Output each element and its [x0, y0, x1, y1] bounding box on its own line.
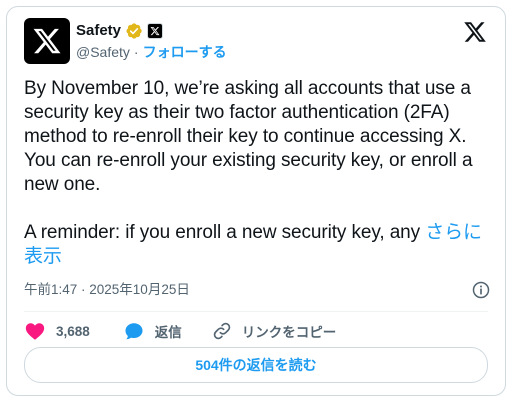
info-icon[interactable] — [471, 280, 491, 300]
like-count: 3,688 — [56, 323, 90, 339]
avatar-x-logo-icon — [33, 28, 61, 54]
copy-link-button[interactable]: リンクをコピー — [212, 321, 337, 341]
read-replies-button[interactable]: 504件の返信を読む — [24, 347, 488, 383]
tweet-timestamp[interactable]: 午前1:47 · 2025年10月25日 — [24, 281, 190, 299]
author-name-row: Safety — [76, 21, 163, 41]
follow-button[interactable]: フォローする — [143, 43, 227, 61]
separator-dot: · — [133, 44, 139, 60]
tweet-paragraph-2: A reminder: if you enroll a new security… — [24, 221, 494, 269]
tweet-paragraph-1: By November 10, we’re asking all account… — [24, 78, 473, 195]
link-icon — [213, 322, 231, 340]
reply-button[interactable]: 返信 — [123, 320, 182, 342]
avatar[interactable] — [24, 18, 70, 64]
reply-label: 返信 — [154, 325, 182, 340]
reply-bubble-icon — [125, 323, 143, 340]
tweet-card: Safety @Safety · フォローする By November 10, … — [6, 6, 506, 396]
divider — [24, 311, 488, 312]
affiliate-x-icon[interactable] — [148, 24, 163, 38]
tweet-paragraph-2-text: A reminder: if you enroll a new security… — [24, 222, 426, 243]
copy-link-label: リンクをコピー — [241, 325, 337, 340]
author-display-name[interactable]: Safety — [76, 21, 121, 41]
author-handle-row: @Safety · フォローする — [76, 43, 227, 61]
verified-badge-icon[interactable] — [125, 22, 143, 40]
x-logo-icon[interactable] — [463, 20, 487, 44]
like-button[interactable]: 3,688 — [24, 320, 90, 342]
heart-icon — [25, 323, 45, 340]
action-bar: 3,688 返信 リンクをコピー — [24, 318, 336, 344]
author-handle[interactable]: @Safety — [76, 43, 130, 61]
tweet-text: By November 10, we’re asking all account… — [24, 77, 494, 269]
